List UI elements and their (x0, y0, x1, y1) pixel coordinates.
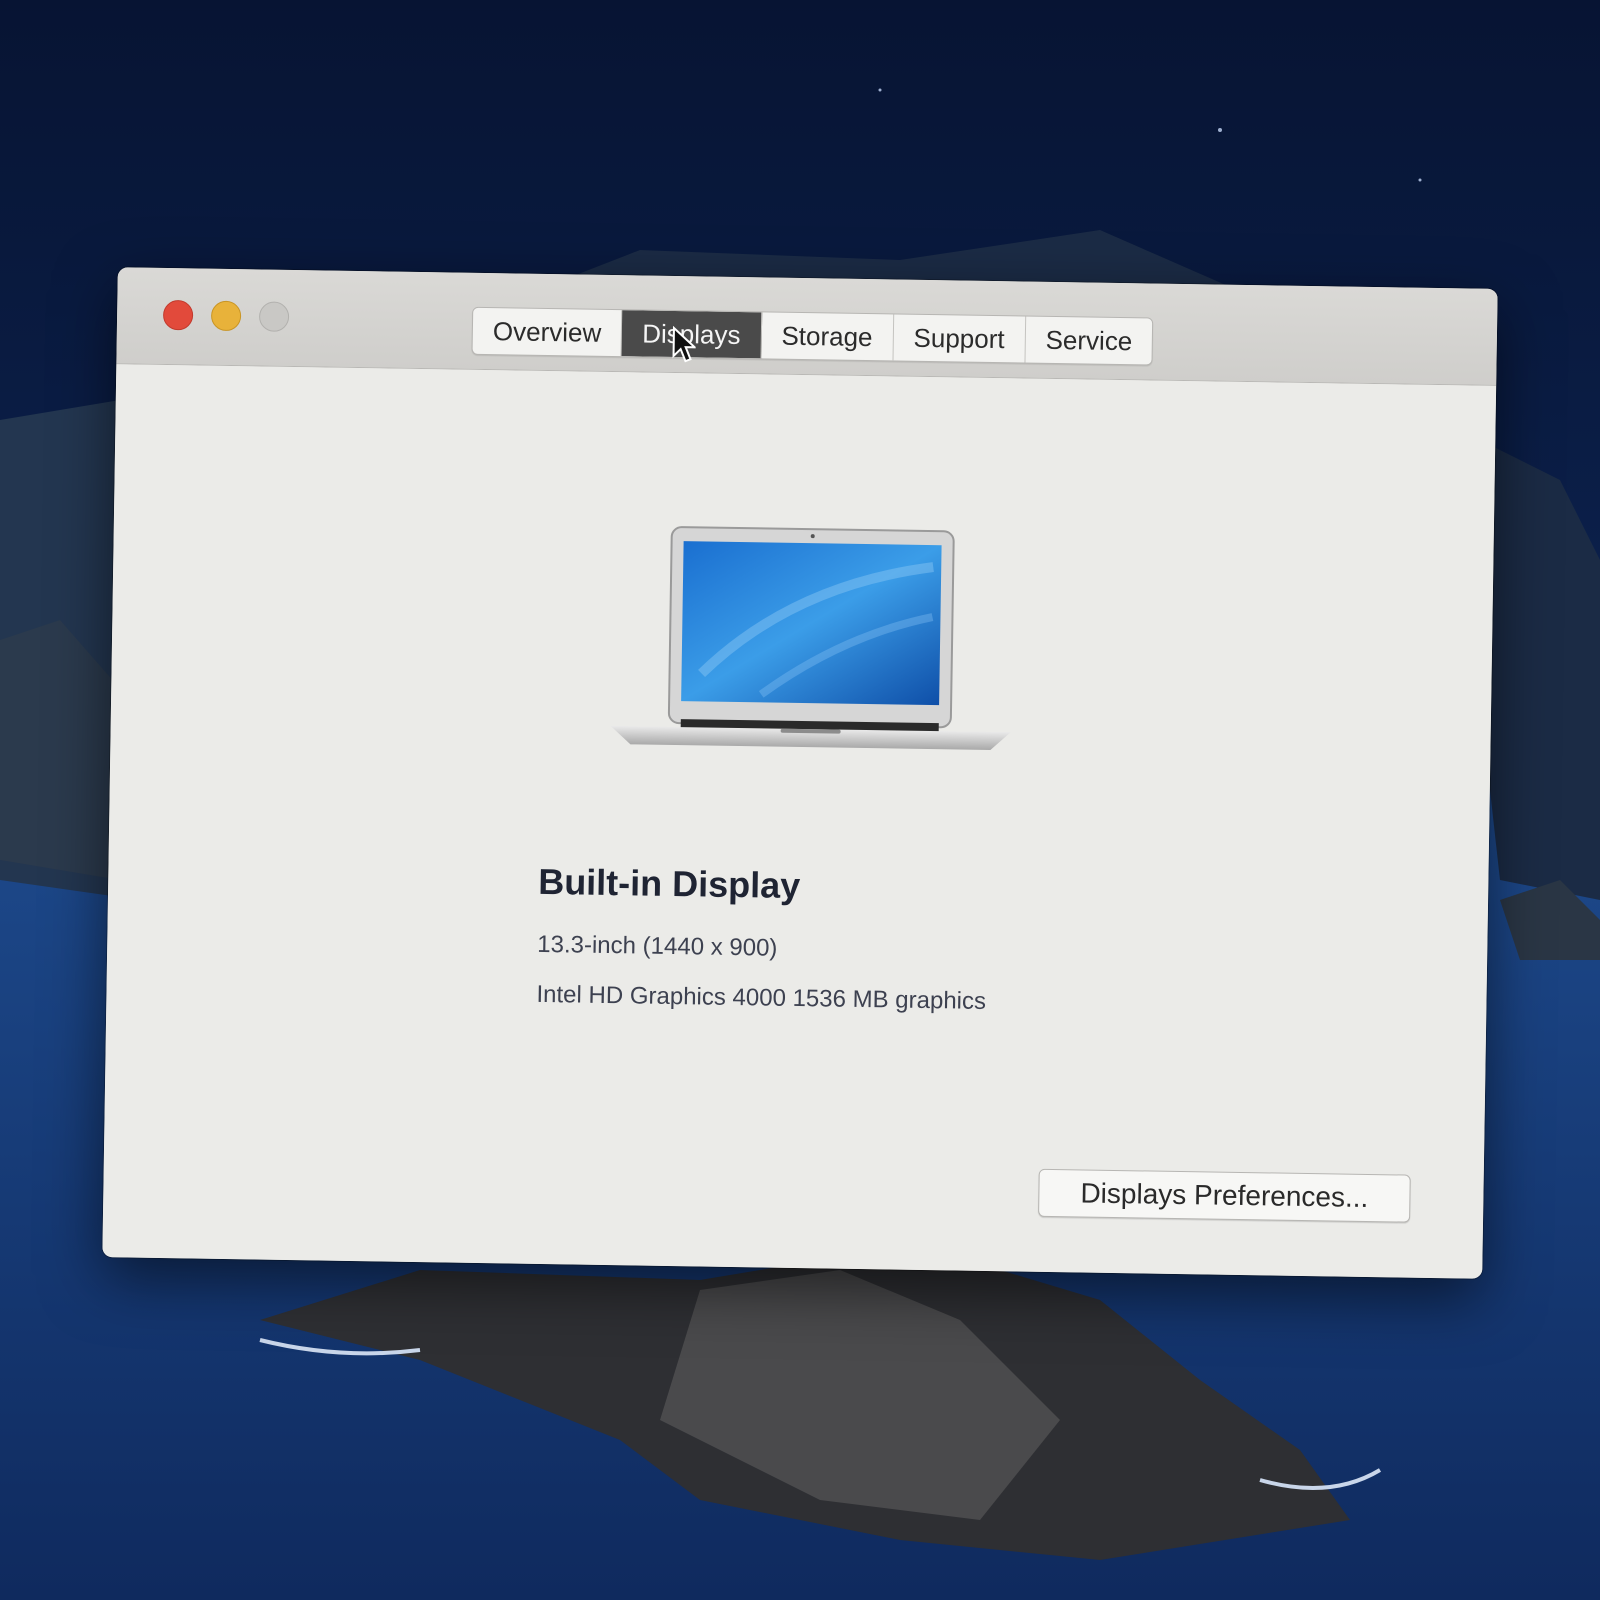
tab-support[interactable]: Support (893, 314, 1026, 363)
tab-bar: Overview Displays Storage Support Servic… (471, 306, 1154, 366)
tab-service[interactable]: Service (1025, 316, 1152, 364)
display-size: 13.3-inch (1440 x 900) (537, 930, 778, 962)
mouse-pointer-icon (672, 325, 697, 363)
about-this-mac-window: Overview Displays Storage Support Servic… (102, 267, 1498, 1279)
minimize-button[interactable] (210, 300, 242, 332)
display-title: Built-in Display (537, 860, 801, 907)
close-button[interactable] (162, 299, 194, 331)
zoom-button[interactable] (258, 301, 290, 332)
tab-overview[interactable]: Overview (472, 307, 623, 357)
graphics-info: Intel HD Graphics 4000 1536 MB graphics (536, 980, 987, 1015)
displays-preferences-button[interactable]: Displays Preferences... (1038, 1168, 1411, 1223)
tab-storage[interactable]: Storage (761, 312, 894, 361)
displays-pane: Built-in Display 13.3-inch (1440 x 900) … (102, 364, 1497, 1279)
laptop-icon (610, 526, 1011, 750)
